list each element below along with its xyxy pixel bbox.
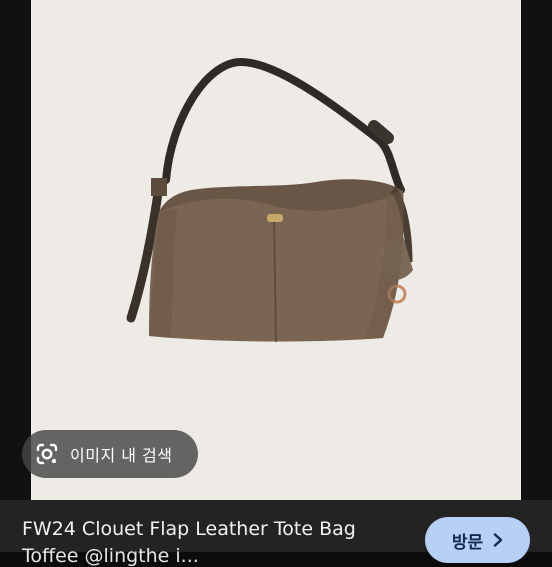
- visit-button-label: 방문: [451, 532, 484, 553]
- google-lens-icon: [36, 443, 58, 465]
- visit-button[interactable]: 방문: [425, 517, 530, 563]
- product-image[interactable]: [31, 0, 521, 500]
- product-subtitle: Toffee @lingthe i...: [22, 545, 199, 567]
- right-backdrop: [521, 0, 552, 500]
- chevron-right-icon: [493, 533, 503, 547]
- left-backdrop: [0, 0, 31, 500]
- search-inside-image-label: 이미지 내 검색: [70, 446, 173, 465]
- leather-bag-image: [126, 57, 413, 343]
- search-inside-image-button[interactable]: 이미지 내 검색: [22, 430, 198, 478]
- product-title[interactable]: FW24 Clouet Flap Leather Tote Bag: [22, 518, 356, 540]
